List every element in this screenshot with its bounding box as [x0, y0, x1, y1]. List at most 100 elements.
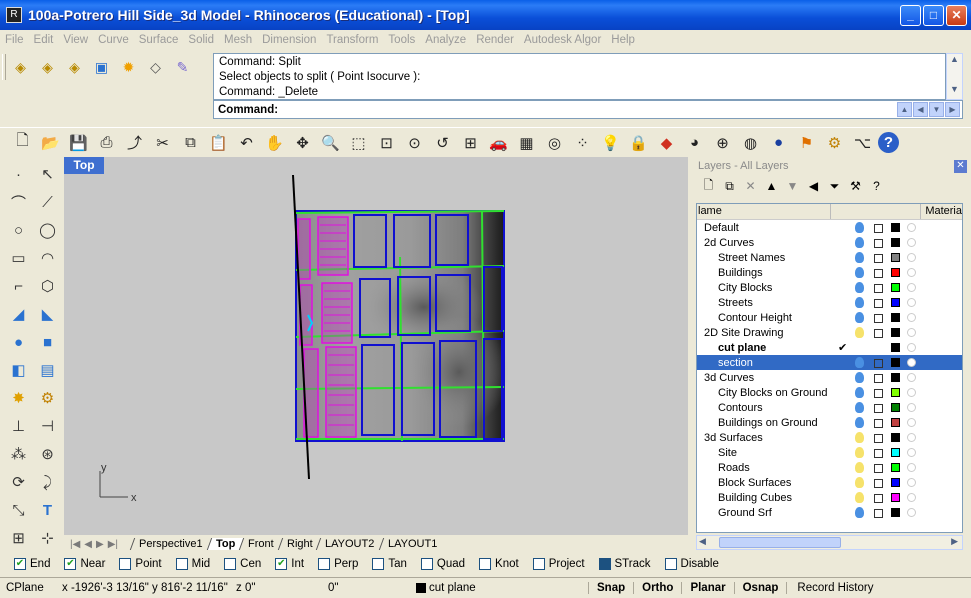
- circle-icon[interactable]: ○: [4, 216, 33, 244]
- lock-icon[interactable]: [874, 509, 883, 518]
- lightbulb-icon[interactable]: [855, 477, 864, 488]
- lock-icon[interactable]: [874, 359, 883, 368]
- maximize-button[interactable]: □: [923, 5, 944, 26]
- lightbulb-icon[interactable]: [855, 252, 864, 263]
- next-tab-icon[interactable]: ▶: [96, 539, 104, 550]
- layer-color-swatch[interactable]: [891, 343, 900, 352]
- lock-icon[interactable]: [874, 494, 883, 503]
- sun-icon[interactable]: ✹: [116, 55, 141, 80]
- layer-name[interactable]: 3d Surfaces: [697, 432, 847, 444]
- grid-snap-icon[interactable]: ⊹: [33, 524, 62, 552]
- lock-icon[interactable]: [874, 254, 883, 263]
- tab-top[interactable]: Top: [206, 538, 244, 550]
- grid-icon[interactable]: ▦: [514, 130, 539, 155]
- menu-solid[interactable]: Solid: [183, 34, 219, 46]
- zoom-window-icon[interactable]: ⬚: [346, 130, 371, 155]
- tree-icon[interactable]: ⌥: [850, 130, 875, 155]
- osnap-perp[interactable]: Perp: [318, 558, 358, 570]
- four-viewports-icon[interactable]: ⊞: [458, 130, 483, 155]
- layer-color-swatch[interactable]: [891, 268, 900, 277]
- lock-icon[interactable]: [874, 374, 883, 383]
- pen-icon[interactable]: ✎: [170, 55, 195, 80]
- curve-icon[interactable]: ⌒: [4, 188, 33, 216]
- layer-row[interactable]: 2D Site Drawing: [697, 325, 962, 340]
- osnap-checkbox[interactable]: [318, 558, 331, 570]
- boolean-icon[interactable]: ⊛: [33, 440, 62, 468]
- rotate-view-icon[interactable]: ✥: [290, 130, 315, 155]
- layer-color-swatch[interactable]: [891, 298, 900, 307]
- material-icon[interactable]: [907, 238, 916, 247]
- save-icon[interactable]: 💾: [66, 130, 91, 155]
- move-left-icon[interactable]: ◀: [805, 179, 822, 193]
- lightbulb-icon[interactable]: [855, 432, 864, 443]
- undo-view-icon[interactable]: ↺: [430, 130, 455, 155]
- layer-color-swatch[interactable]: [891, 283, 900, 292]
- cylinder-icon[interactable]: ▤: [33, 356, 62, 384]
- lock-icon[interactable]: 🔒: [626, 130, 651, 155]
- layer-row[interactable]: Contours: [697, 400, 962, 415]
- pan-hand-icon[interactable]: ✋: [262, 130, 287, 155]
- mesh-icon[interactable]: ◧: [4, 356, 33, 384]
- status-cplane[interactable]: CPlane: [0, 582, 56, 594]
- split-icon[interactable]: ⊣: [33, 412, 62, 440]
- tab-layout2[interactable]: LAYOUT2: [316, 538, 383, 550]
- lock-icon[interactable]: [874, 239, 883, 248]
- layer-name[interactable]: Site: [697, 447, 847, 459]
- tab-right[interactable]: Right: [277, 538, 321, 550]
- layer-color-swatch[interactable]: [891, 463, 900, 472]
- move-icon[interactable]: ⤡: [4, 496, 33, 524]
- osnap-near[interactable]: Near: [64, 558, 105, 570]
- menu-tools[interactable]: Tools: [383, 34, 420, 46]
- material-icon[interactable]: [907, 298, 916, 307]
- wireframe-sphere-icon[interactable]: ⊕: [710, 130, 735, 155]
- lightbulb-icon[interactable]: [855, 507, 864, 518]
- lock-icon[interactable]: [874, 314, 883, 323]
- lightbulb-icon[interactable]: [855, 222, 864, 233]
- lock-icon[interactable]: [874, 449, 883, 458]
- layer-color-swatch[interactable]: [891, 253, 900, 262]
- osnap-checkbox[interactable]: [479, 558, 492, 570]
- layer-name[interactable]: Street Names: [697, 252, 847, 264]
- close-icon[interactable]: ✕: [954, 160, 967, 173]
- layer-color-swatch[interactable]: [891, 223, 900, 232]
- menu-mesh[interactable]: Mesh: [219, 34, 257, 46]
- layer-row[interactable]: cut plane ✔: [697, 340, 962, 355]
- prev-tab-icon[interactable]: ◀: [84, 539, 92, 550]
- new-file-icon[interactable]: 🗋: [10, 130, 35, 155]
- layer-name[interactable]: City Blocks: [697, 282, 847, 294]
- material-icon[interactable]: [907, 313, 916, 322]
- lightbulb-icon[interactable]: [855, 237, 864, 248]
- cut-icon[interactable]: ✂: [150, 130, 175, 155]
- osnap-checkbox[interactable]: [420, 558, 433, 570]
- lock-icon[interactable]: [874, 269, 883, 278]
- shaded-sphere-icon[interactable]: ◍: [738, 130, 763, 155]
- last-tab-icon[interactable]: ▶|: [108, 539, 118, 550]
- cube-icon[interactable]: ▣: [89, 55, 114, 80]
- material-icon[interactable]: [907, 478, 916, 487]
- history-prev-icon[interactable]: ◀: [913, 102, 928, 117]
- column-properties[interactable]: [831, 204, 922, 219]
- solid-spheres-icon[interactable]: ●: [4, 328, 33, 356]
- lightbulb-icon[interactable]: [855, 312, 864, 323]
- layer-color-swatch[interactable]: [891, 433, 900, 442]
- fillet-icon[interactable]: ⌐: [4, 272, 33, 300]
- undo-icon[interactable]: ↶: [234, 130, 259, 155]
- ellipse-icon[interactable]: ◯: [33, 216, 62, 244]
- scroll-down-icon[interactable]: ▼: [947, 84, 962, 98]
- dimension-icon[interactable]: ⊥: [4, 412, 33, 440]
- tab-front[interactable]: Front: [238, 538, 282, 550]
- menu-file[interactable]: File: [0, 34, 29, 46]
- layer-color-swatch[interactable]: [891, 508, 900, 517]
- status-current-layer[interactable]: cut plane: [410, 582, 588, 594]
- print-icon[interactable]: ⎙: [94, 130, 119, 155]
- lightbulb-icon[interactable]: [855, 267, 864, 278]
- render-sphere-icon[interactable]: ●: [766, 130, 791, 155]
- menu-render[interactable]: Render: [471, 34, 519, 46]
- layer-row[interactable]: City Blocks: [697, 280, 962, 295]
- polygon-icon[interactable]: ⬡: [33, 272, 62, 300]
- osnap-point[interactable]: Point: [119, 558, 162, 570]
- lock-icon[interactable]: [874, 419, 883, 428]
- lightbulb-icon[interactable]: [855, 297, 864, 308]
- text-icon[interactable]: T: [33, 496, 62, 524]
- tag-icon[interactable]: ◈: [62, 55, 87, 80]
